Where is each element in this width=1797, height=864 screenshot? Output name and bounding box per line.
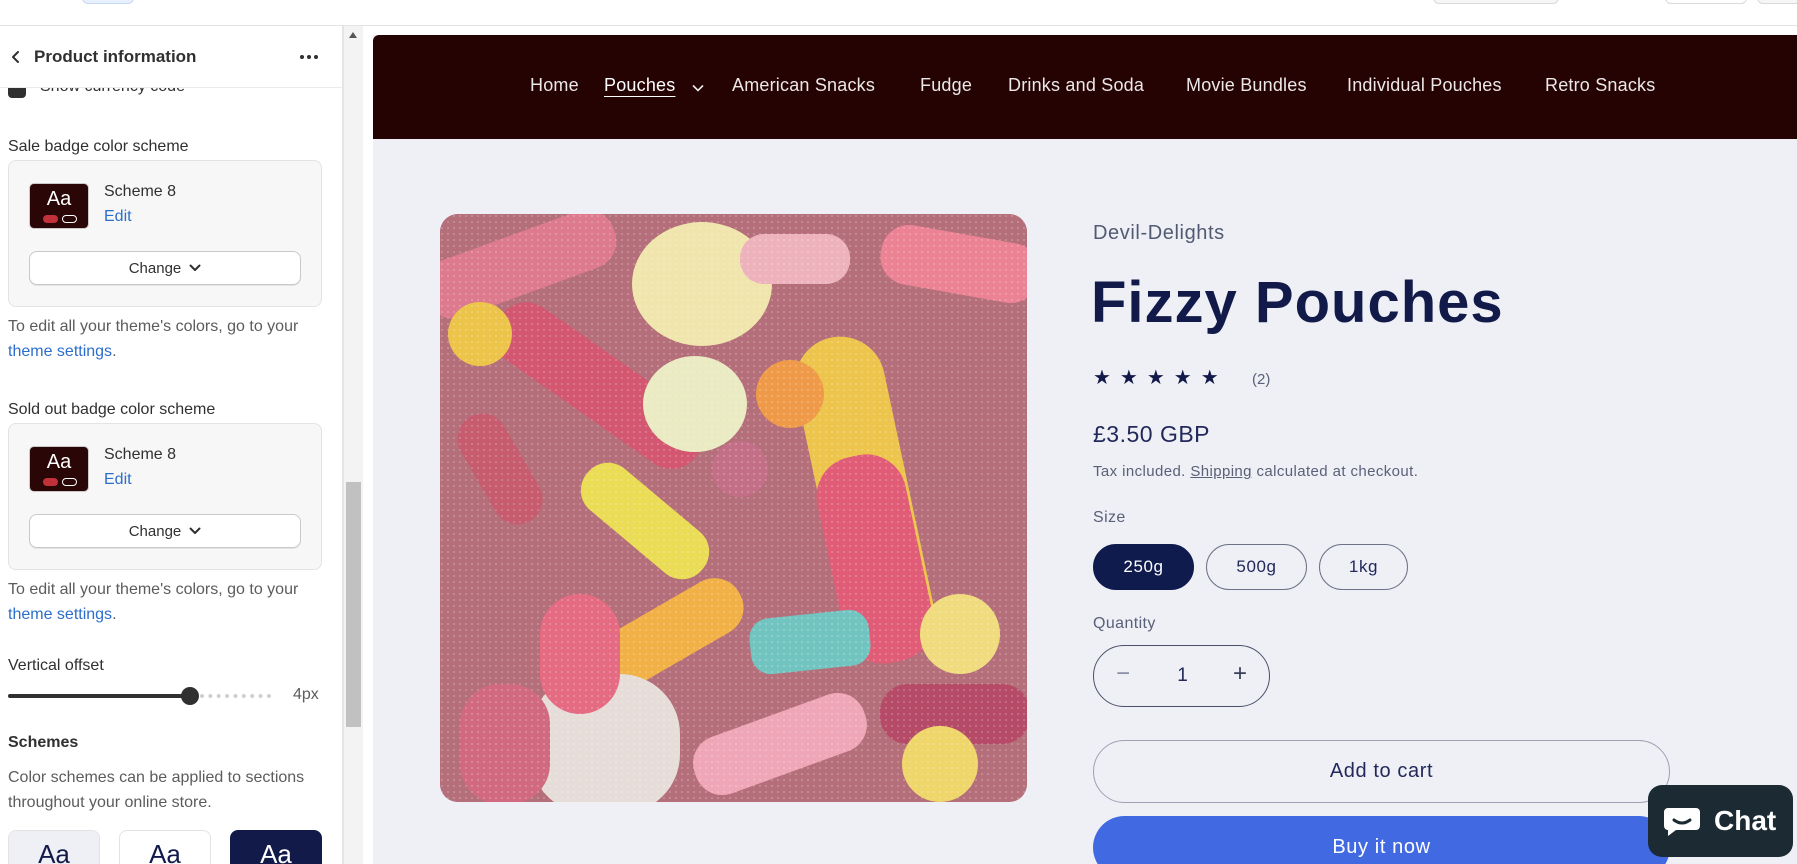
nav-fudge[interactable]: Fudge (920, 75, 972, 96)
slider-thumb[interactable] (181, 687, 199, 705)
store-nav: Home Pouches American Snacks Fudge Drink… (373, 35, 1797, 139)
soldout-badge-label: Sold out badge color scheme (8, 401, 216, 418)
nav-home[interactable]: Home (530, 75, 579, 96)
scheme-name: Scheme 8 (104, 446, 177, 463)
chevron-down-icon[interactable] (692, 84, 704, 92)
help-text: To edit all your theme's colors, go to y… (8, 581, 299, 623)
panel-scrollbar[interactable] (343, 26, 363, 864)
currency-code-checkbox-row[interactable]: Show currency code (8, 88, 308, 104)
buy-it-now-button[interactable]: Buy it now (1093, 816, 1670, 864)
quantity-label: Quantity (1093, 615, 1156, 632)
vertical-offset-value: 4px (293, 686, 319, 703)
change-scheme-button[interactable]: Change (29, 251, 301, 285)
editor-sidebar: Product information Show currency code S… (0, 26, 343, 864)
decrease-quantity-button[interactable]: − (1108, 660, 1138, 688)
schemes-heading: Schemes (8, 734, 79, 751)
product-price: £3.50 GBP (1093, 421, 1211, 447)
scheme-edit-link[interactable]: Edit (104, 471, 132, 489)
help-text: To edit all your theme's colors, go to y… (8, 318, 299, 360)
star-rating: ★★★★★ (1093, 367, 1228, 389)
nav-american-snacks[interactable]: American Snacks (732, 75, 875, 96)
theme-settings-link[interactable]: theme settings (8, 606, 112, 623)
nav-individual-pouches[interactable]: Individual Pouches (1347, 75, 1502, 96)
scheme-swatch: Aa (29, 183, 89, 229)
device-toggle-group[interactable] (1433, 0, 1559, 4)
sale-badge-label: Sale badge color scheme (8, 138, 189, 155)
panel-title: Product information (34, 46, 197, 66)
more-actions-button[interactable] (293, 43, 325, 71)
change-scheme-button[interactable]: Change (29, 514, 301, 548)
scheme-swatch: Aa (29, 446, 89, 492)
nav-drinks-and-soda[interactable]: Drinks and Soda (1008, 75, 1144, 96)
shipping-link[interactable]: Shipping (1190, 463, 1252, 480)
scroll-up-arrow-icon[interactable] (349, 32, 357, 38)
chat-label: Chat (1714, 805, 1777, 836)
product-image[interactable] (440, 214, 1027, 802)
sale-badge-scheme-card: Aa Scheme 8 Edit Change (8, 160, 322, 307)
panel-header: Product information (0, 26, 342, 88)
scheme-thumb[interactable]: Aa (119, 830, 211, 864)
save-button[interactable] (1757, 0, 1797, 4)
product-vendor: Devil-Delights (1093, 222, 1225, 244)
chat-bubble-icon (1664, 808, 1700, 836)
more-icon (300, 54, 304, 59)
slider-track-filled (8, 694, 190, 698)
quantity-input[interactable]: 1 (1154, 665, 1211, 687)
nav-retro-snacks[interactable]: Retro Snacks (1545, 75, 1655, 96)
theme-settings-link[interactable]: theme settings (8, 343, 112, 360)
size-label: Size (1093, 509, 1126, 526)
topbar-button[interactable] (82, 0, 134, 4)
back-button[interactable] (2, 43, 30, 71)
chevron-down-icon (189, 527, 201, 534)
review-count[interactable]: (2) (1252, 371, 1270, 388)
scheme-thumb[interactable]: Aa (230, 830, 322, 864)
storefront-preview: Home Pouches American Snacks Fudge Drink… (363, 26, 1797, 864)
scheme-name: Scheme 8 (104, 183, 177, 200)
product-page: Home Pouches American Snacks Fudge Drink… (373, 35, 1797, 864)
soldout-badge-scheme-card: Aa Scheme 8 Edit Change (8, 423, 322, 570)
scroll-thumb[interactable] (346, 482, 361, 727)
scheme-thumb[interactable]: Aa (8, 830, 100, 864)
topbar-button[interactable] (1665, 0, 1747, 4)
vertical-offset-slider[interactable] (8, 687, 283, 705)
scheme-edit-link[interactable]: Edit (104, 208, 132, 226)
size-option-1kg[interactable]: 1kg (1319, 544, 1408, 590)
scheme-thumbnails: Aa Aa Aa (8, 830, 322, 864)
size-option-500g[interactable]: 500g (1206, 544, 1307, 590)
schemes-description: Color schemes can be applied to sections… (8, 769, 305, 811)
chat-widget-button[interactable]: Chat (1648, 785, 1793, 857)
add-to-cart-button[interactable]: Add to cart (1093, 740, 1670, 803)
product-title: Fizzy Pouches (1091, 270, 1504, 335)
size-option-250g[interactable]: 250g (1093, 544, 1194, 590)
fizzy-sweets-photo (440, 214, 1027, 802)
checkbox[interactable] (8, 88, 26, 98)
increase-quantity-button[interactable]: + (1225, 660, 1255, 688)
nav-pouches[interactable]: Pouches (604, 75, 675, 96)
checkbox-label: Show currency code (40, 88, 185, 96)
vertical-offset-label: Vertical offset (8, 657, 104, 674)
slider-track-empty (200, 694, 271, 698)
tax-note: Tax included. Shipping calculated at che… (1093, 463, 1419, 480)
quantity-stepper: − 1 + (1093, 645, 1270, 707)
admin-topbar (0, 0, 1797, 26)
chevron-left-icon (12, 50, 19, 63)
nav-movie-bundles[interactable]: Movie Bundles (1186, 75, 1307, 96)
chevron-down-icon (189, 264, 201, 271)
